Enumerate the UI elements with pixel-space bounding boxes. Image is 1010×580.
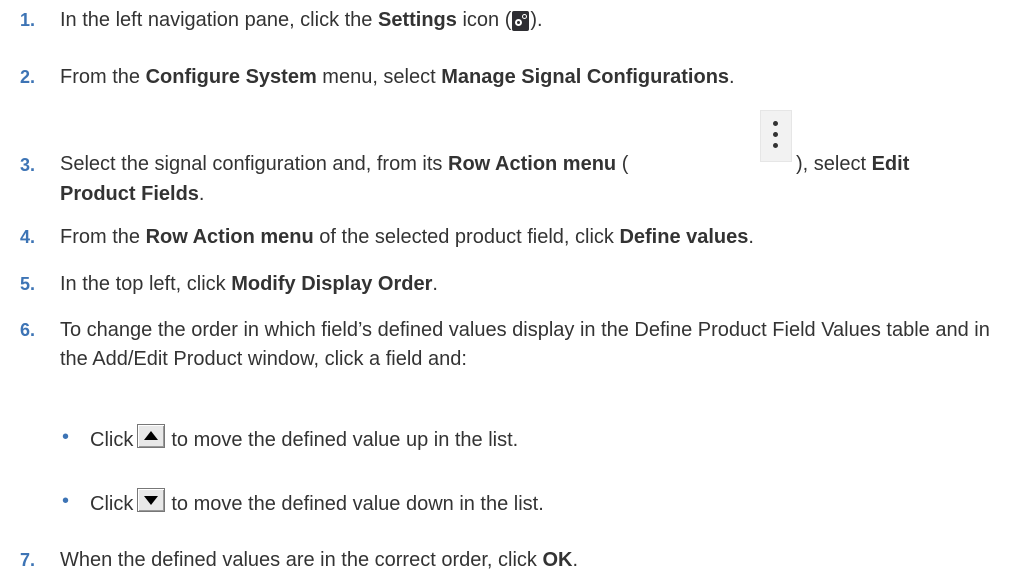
step-text: Row Action menuFrom the Row Action menu … (60, 226, 754, 248)
step-number: 5. (20, 274, 36, 294)
step-number: 2. (20, 67, 36, 87)
step-text: In the left navigation pane, click the S… (60, 9, 543, 31)
settings-icon (512, 10, 530, 31)
step-number: 3. (20, 155, 36, 175)
step-number: 1. (20, 10, 36, 30)
move-down-icon (137, 488, 166, 512)
step-text: To change the order in which field’s def… (60, 319, 990, 370)
step-text: In the top left, click Modify Display Or… (60, 273, 438, 295)
step-text: When the defined values are in the corre… (60, 549, 579, 571)
kebab-menu-icon (760, 110, 792, 162)
settings-label: Settings (377, 9, 457, 31)
move-up-icon (137, 424, 166, 448)
step-number: 7. (20, 550, 36, 570)
step-text: From the Configure System menu, select M… (60, 66, 735, 88)
procedure-steps: 1. In the left navigation pane, click th… (0, 0, 1010, 580)
step-number: 6. (20, 320, 36, 340)
step-number: 4. (20, 227, 36, 247)
